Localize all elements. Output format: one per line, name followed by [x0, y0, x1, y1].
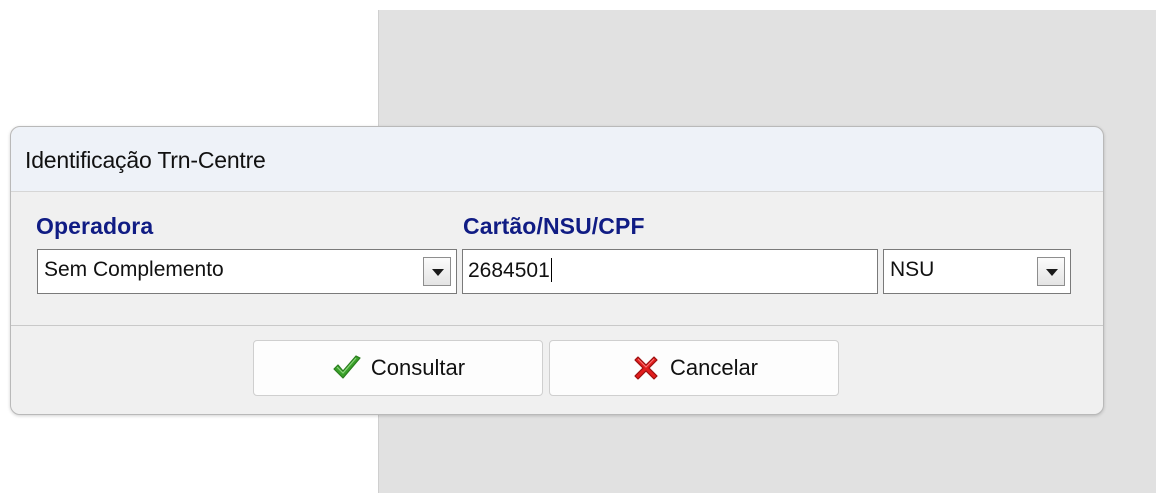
cartao-nsu-cpf-input[interactable]: 2684501	[462, 249, 878, 294]
operadora-label: Operadora	[36, 213, 154, 239]
checkmark-icon	[333, 355, 361, 379]
cancelar-button[interactable]: Cancelar	[549, 340, 839, 396]
text-caret	[550, 258, 552, 282]
red-x-icon	[634, 356, 658, 380]
cancelar-button-label: Cancelar	[669, 355, 759, 380]
operadora-select-value: Sem Complemento	[44, 258, 224, 281]
identificacao-dialog: Identificação Trn-Centre Operadora Cartã…	[10, 126, 1104, 415]
dialog-title: Identificação Trn-Centre	[25, 147, 266, 173]
chevron-down-icon[interactable]	[1037, 257, 1065, 286]
cartao-nsu-cpf-label: Cartão/NSU/CPF	[463, 213, 645, 239]
consultar-button[interactable]: Consultar	[253, 340, 543, 396]
tipo-select-value: NSU	[890, 258, 935, 281]
tipo-select[interactable]: NSU	[883, 249, 1071, 294]
chevron-down-icon[interactable]	[423, 257, 451, 286]
dialog-header: Identificação Trn-Centre	[11, 127, 1103, 192]
cartao-input-value: 2684501	[468, 259, 550, 282]
consultar-button-label: Consultar	[370, 355, 466, 380]
operadora-select[interactable]: Sem Complemento	[37, 249, 457, 294]
